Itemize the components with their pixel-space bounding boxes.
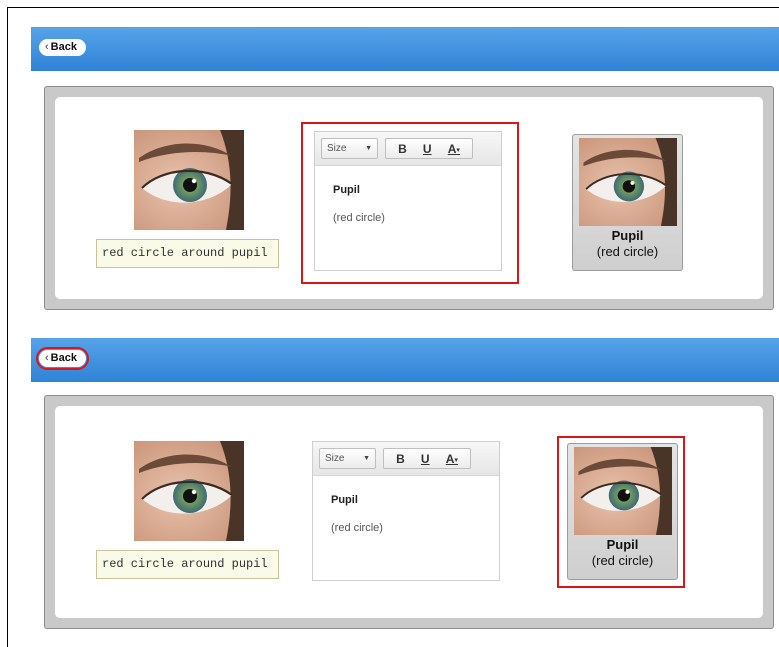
preview-eye-image bbox=[579, 138, 677, 226]
text-color-button[interactable]: A▾ bbox=[446, 452, 458, 466]
font-size-dropdown[interactable]: Size ▼ bbox=[319, 448, 376, 469]
eye-image bbox=[134, 130, 244, 230]
preview-subtitle: (red circle) bbox=[596, 244, 659, 259]
editor-title-text: Pupil bbox=[331, 494, 358, 506]
format-button-group: B U A▾ bbox=[383, 448, 471, 469]
bottom-header-bar: ‹ Back bbox=[31, 338, 779, 382]
back-button-label: Back bbox=[50, 352, 77, 364]
underline-button[interactable]: U bbox=[421, 452, 430, 466]
chevron-left-icon: ‹ bbox=[45, 41, 49, 53]
eye-image bbox=[134, 441, 244, 541]
top-panel: ‹ Back red circle around pupil Size ▼ B … bbox=[31, 27, 779, 317]
back-button[interactable]: ‹ Back bbox=[36, 347, 89, 370]
preview-title: Pupil bbox=[611, 228, 644, 243]
font-size-label: Size bbox=[325, 453, 345, 464]
chevron-left-icon: ‹ bbox=[45, 352, 49, 364]
bold-button[interactable]: B bbox=[396, 452, 405, 466]
rich-text-editor[interactable]: Size ▼ B U A▾ Pupil (red circle) bbox=[312, 441, 500, 581]
dropdown-caret-icon: ▼ bbox=[363, 455, 370, 462]
image-caption-field[interactable]: red circle around pupil bbox=[96, 239, 279, 268]
top-header-bar: ‹ Back bbox=[31, 27, 779, 71]
back-button-label: Back bbox=[50, 41, 77, 53]
bottom-panel: ‹ Back red circle around pupil Size ▼ B … bbox=[31, 338, 779, 630]
highlight-editor bbox=[301, 122, 519, 284]
highlight-preview-card bbox=[557, 436, 685, 588]
editor-toolbar: Size ▼ B U A▾ bbox=[313, 442, 499, 476]
back-button[interactable]: ‹ Back bbox=[39, 39, 86, 56]
image-caption-field[interactable]: red circle around pupil bbox=[96, 550, 279, 579]
text-color-caret-icon: ▾ bbox=[454, 456, 458, 464]
preview-card[interactable]: Pupil (red circle) bbox=[572, 134, 683, 271]
editor-subtitle-text: (red circle) bbox=[331, 522, 383, 534]
